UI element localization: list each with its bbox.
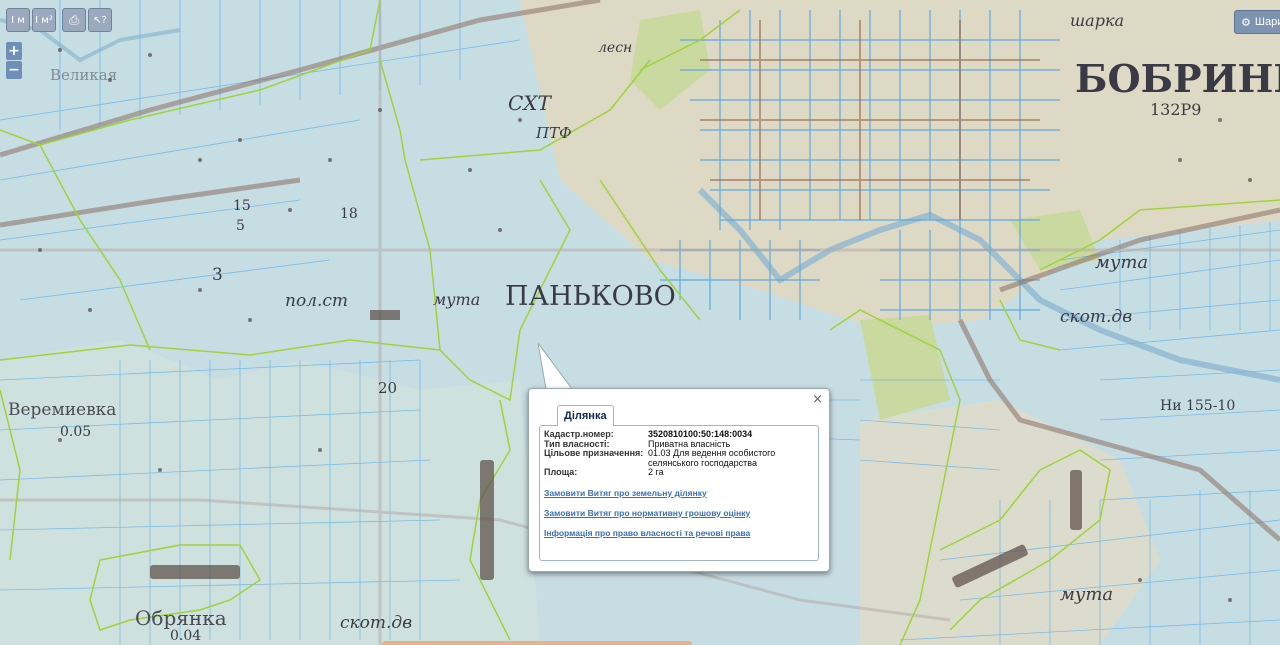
field-label: Цільове призначення:	[544, 448, 644, 458]
label-veremievka: Веремиевка	[8, 400, 116, 420]
label-sht: СХТ	[508, 91, 553, 115]
label-15: 15	[233, 198, 251, 214]
ownership-info-link[interactable]: Інформація про право власності та речові…	[544, 528, 814, 538]
print-button[interactable]: ⎙	[62, 8, 86, 32]
action-tools: ⎙ ↖?	[62, 8, 112, 32]
field-purpose: Цільове призначення: 01.03 Для ведення о…	[544, 448, 814, 468]
parcel-info-popup: × Ділянка Кадастр.номер: 3520810100:50:1…	[528, 388, 830, 572]
label-myta-1: мута	[433, 290, 480, 309]
close-icon[interactable]: ×	[812, 392, 823, 407]
layers-button-label: Шари	[1254, 16, 1280, 28]
field-label: Площа:	[544, 467, 578, 477]
bottom-panel-edge	[382, 641, 692, 645]
printer-icon: ⎙	[69, 12, 79, 27]
label-004: 0.04	[170, 628, 201, 644]
field-area: Площа: 2 га	[544, 467, 814, 478]
tab-parcel[interactable]: Ділянка	[557, 405, 614, 426]
label-myta-3: мута	[1060, 584, 1113, 605]
field-value: 01.03 Для ведення особистого селянського…	[648, 448, 776, 468]
popup-pointer	[538, 343, 573, 390]
field-value: 2 га	[648, 467, 664, 477]
zoom-out-button[interactable]: −	[6, 61, 22, 79]
area-tool-button[interactable]: I м²	[32, 8, 56, 32]
zoom-in-button[interactable]: +	[6, 42, 22, 60]
label-lesn: лесн	[598, 40, 632, 56]
zoom-control: + −	[6, 42, 22, 79]
identify-button[interactable]: ↖?	[88, 8, 112, 32]
label-obrianka: Обрянка	[135, 606, 227, 630]
measure-tools: I м I м²	[6, 8, 56, 32]
label-ptf: ПТФ	[535, 124, 572, 142]
label-20: 20	[378, 379, 397, 397]
label-155: Ни 155-10	[1160, 398, 1235, 414]
parcel-info-panel: Кадастр.номер: 3520810100:50:148:0034 Ти…	[539, 425, 819, 561]
order-valuation-extract-link[interactable]: Замовити Витяг про нормативну грошову оц…	[544, 508, 814, 518]
label-bobrynets: БОБРИНЕЦ	[1075, 56, 1280, 101]
label-skot-2: скот.дв	[340, 613, 412, 633]
order-parcel-extract-link[interactable]: Замовити Витяг про земельну ділянку	[544, 488, 814, 498]
ruler-tool-button[interactable]: I м	[6, 8, 30, 32]
map-toolbar: I м I м² ⎙ ↖?	[6, 8, 116, 32]
label-3: 3	[212, 265, 223, 285]
label-myta-2: мута	[1095, 252, 1148, 273]
label-velikaya: Великая	[50, 66, 117, 84]
label-polst: пол.ст	[285, 291, 348, 311]
layers-button[interactable]: ⚙ Шари	[1234, 10, 1280, 34]
label-5: 5	[236, 218, 245, 234]
cursor-question-icon: ↖?	[93, 14, 107, 26]
label-sharka: шарка	[1070, 11, 1124, 30]
area-icon: I м²	[35, 14, 53, 26]
label-18: 18	[340, 206, 358, 222]
label-pankovo: ПАНЬКОВО	[505, 281, 676, 312]
label-132r9: 132Р9	[1150, 100, 1201, 119]
gear-icon: ⚙	[1241, 16, 1251, 29]
label-skot-1: скот.дв	[1060, 307, 1132, 327]
label-005: 0.05	[60, 424, 91, 440]
ruler-icon: I м	[11, 14, 25, 26]
